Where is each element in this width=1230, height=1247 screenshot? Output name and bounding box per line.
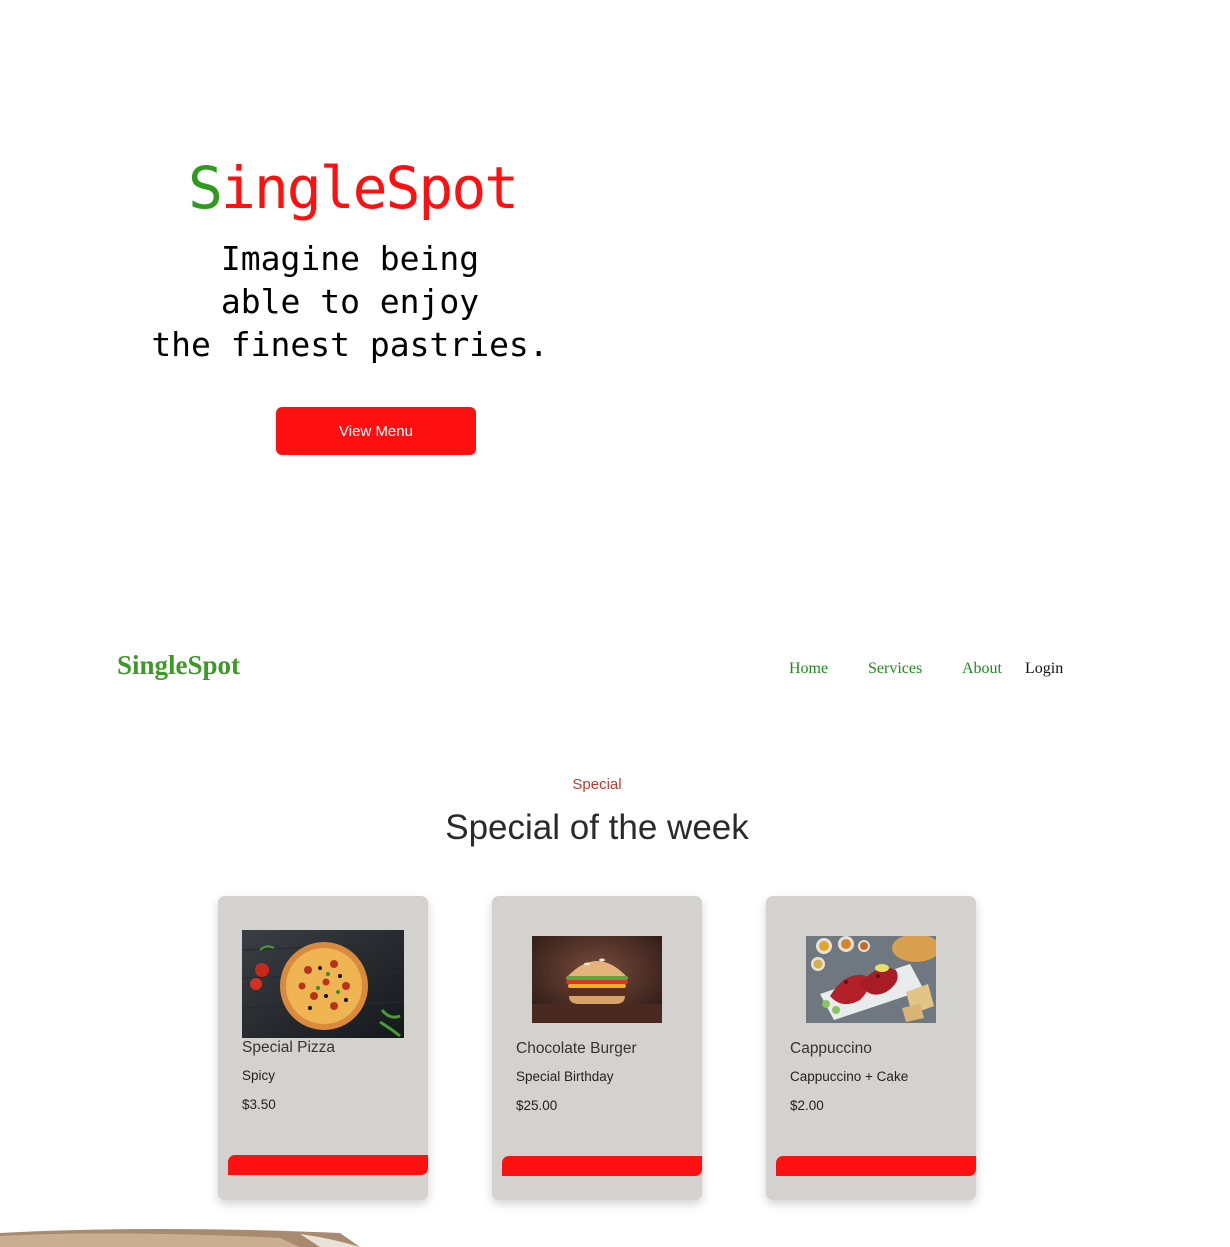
hero-tagline-line: the finest pastries. [151,325,549,364]
card-price: $2.00 [790,1098,824,1113]
hero-tagline-line: able to enjoy [220,282,480,321]
menu-card: Special Pizza Spicy $3.50 [218,896,428,1200]
nav-link-services[interactable]: Services [868,660,922,678]
card-price: $25.00 [516,1098,558,1113]
hero-logo: SingleSpot [188,152,519,224]
grilled-chicken-image [806,936,936,1023]
card-description: Special Birthday [516,1069,614,1084]
nav-brand-logo[interactable]: SingleSpot [117,650,240,681]
menu-card: Cappuccino Cappuccino + Cake $2.00 [766,896,976,1200]
view-menu-button[interactable]: View Menu [276,407,476,455]
nav-link-about[interactable]: About [962,660,1002,678]
card-title: Special Pizza [242,1039,336,1056]
section-kicker: Special [572,776,622,793]
card-order-button[interactable] [228,1155,428,1175]
menu-card: Chocolate Burger Special Birthday $25.00 [492,896,702,1200]
card-order-button[interactable] [776,1156,976,1176]
pizza-image [242,930,404,1038]
hero-tagline-line: Imagine being [220,239,480,278]
card-description: Spicy [242,1068,276,1083]
card-price: $3.50 [242,1097,276,1112]
next-section-image [0,1228,1230,1247]
card-title: Chocolate Burger [516,1040,637,1057]
hero-logo-initial: S [188,154,223,222]
nav-link-login[interactable]: Login [1025,660,1063,678]
card-order-button[interactable] [502,1156,702,1176]
hero-logo-rest: ingleSpot [220,154,519,222]
nav-link-home[interactable]: Home [789,660,828,678]
hero-tagline: Imagine being able to enjoy the finest p… [100,237,600,366]
burger-image [532,936,662,1023]
card-title: Cappuccino [790,1040,872,1057]
section-title: Special of the week [445,808,749,847]
card-description: Cappuccino + Cake [790,1069,909,1084]
